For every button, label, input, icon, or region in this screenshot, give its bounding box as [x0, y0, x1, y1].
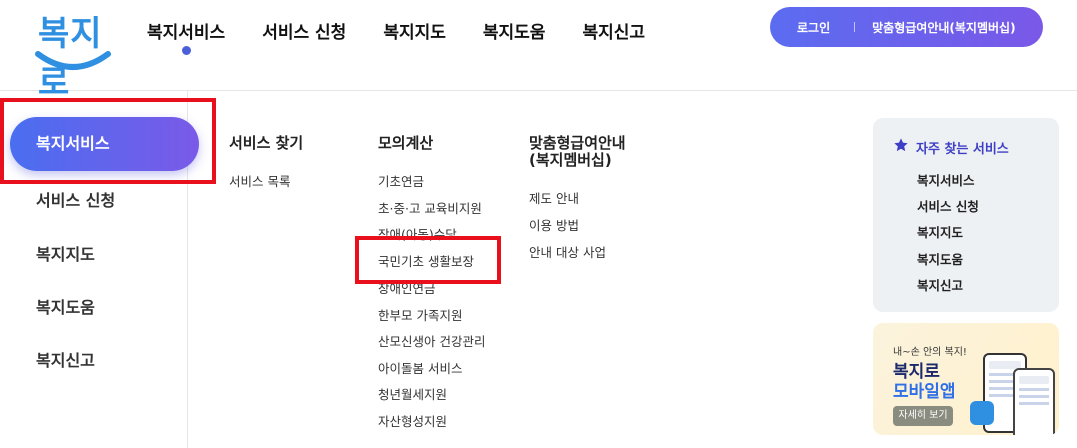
divider: [854, 22, 856, 32]
gnb-label: 복지서비스: [147, 23, 226, 43]
mobile-app-banner[interactable]: 내~손 안의 복지! 복지로 모바일앱 자세히 보기: [873, 323, 1059, 435]
menu-link-service-list[interactable]: 서비스 목록: [229, 171, 290, 190]
menu-link-how-to-use[interactable]: 이용 방법: [529, 215, 579, 234]
app-icon: [970, 401, 994, 425]
smile-icon: [35, 51, 111, 70]
highlight-box-basic-livelihood: [355, 236, 501, 284]
menu-col-title-membership: 맞춤형급여안내 (복지멤버십): [529, 135, 626, 169]
menu-col-title-line: 맞춤형급여안내: [529, 134, 626, 152]
gnb-item-welfare-map[interactable]: 복지지도: [383, 18, 446, 43]
gnb-item-service-apply[interactable]: 서비스 신청: [262, 18, 346, 43]
app-details-button[interactable]: 자세히 보기: [893, 406, 953, 426]
menu-link-basic-pension[interactable]: 기초연금: [378, 171, 424, 190]
menu-link-education-support[interactable]: 초·중·고 교육비지원: [378, 198, 482, 217]
app-banner-line2: 모바일앱: [893, 382, 956, 402]
global-nav: 복지서비스 서비스 신청 복지지도 복지도움 복지신고: [147, 18, 682, 55]
active-dot-icon: [182, 46, 192, 55]
phone-illustration: [1013, 368, 1055, 435]
highlight-box-sidebar: [0, 98, 216, 184]
gnb-item-welfare-report[interactable]: 복지신고: [582, 18, 645, 43]
menu-link-asset-building[interactable]: 자산형성지원: [378, 411, 447, 430]
menu-link-system-guide[interactable]: 제도 안내: [529, 188, 579, 207]
membership-button[interactable]: 맞춤형급여안내(복지멤버십): [872, 19, 1015, 36]
favorite-link-welfare-help[interactable]: 복지도움: [917, 249, 963, 268]
favorite-link-welfare-report[interactable]: 복지신고: [917, 275, 963, 294]
star-icon: [894, 138, 908, 152]
login-button[interactable]: 로그인: [797, 19, 830, 36]
sidebar-item-welfare-map[interactable]: 복지지도: [36, 241, 95, 265]
sidebar-item-welfare-report[interactable]: 복지신고: [36, 347, 95, 371]
menu-col-title-mock-calc: 모의계산: [378, 134, 434, 152]
favorite-link-service-apply[interactable]: 서비스 신청: [917, 196, 979, 215]
logo[interactable]: 복지로: [30, 4, 114, 103]
menu-link-youth-rent[interactable]: 청년월세지원: [378, 384, 447, 403]
favorites-title: 자주 찾는 서비스: [916, 142, 1009, 157]
sidebar-item-welfare-help[interactable]: 복지도움: [36, 294, 95, 318]
menu-col-title-service-find: 서비스 찾기: [229, 134, 304, 152]
gnb-item-welfare-service[interactable]: 복지서비스: [147, 18, 226, 55]
menu-link-maternal-newborn[interactable]: 산모신생아 건강관리: [378, 331, 485, 350]
sidebar-item-service-apply[interactable]: 서비스 신청: [36, 187, 115, 211]
menu-link-child-care[interactable]: 아이돌봄 서비스: [378, 358, 462, 377]
menu-link-target-programs[interactable]: 안내 대상 사업: [529, 242, 606, 261]
favorite-link-welfare-map[interactable]: 복지지도: [917, 222, 963, 241]
app-banner-caption: 내~손 안의 복지!: [893, 347, 967, 358]
auth-bar: 로그인 맞춤형급여안내(복지멤버십): [770, 7, 1043, 47]
menu-link-single-parent[interactable]: 한부모 가족지원: [378, 305, 462, 324]
gnb-item-welfare-help[interactable]: 복지도움: [483, 18, 546, 43]
header: 복지로 복지서비스 서비스 신청 복지지도 복지도움 복지신고 로그인 맞춤형급…: [0, 0, 1077, 103]
favorite-link-welfare-service[interactable]: 복지서비스: [917, 170, 975, 189]
menu-col-title-line: (복지멤버십): [529, 151, 612, 169]
